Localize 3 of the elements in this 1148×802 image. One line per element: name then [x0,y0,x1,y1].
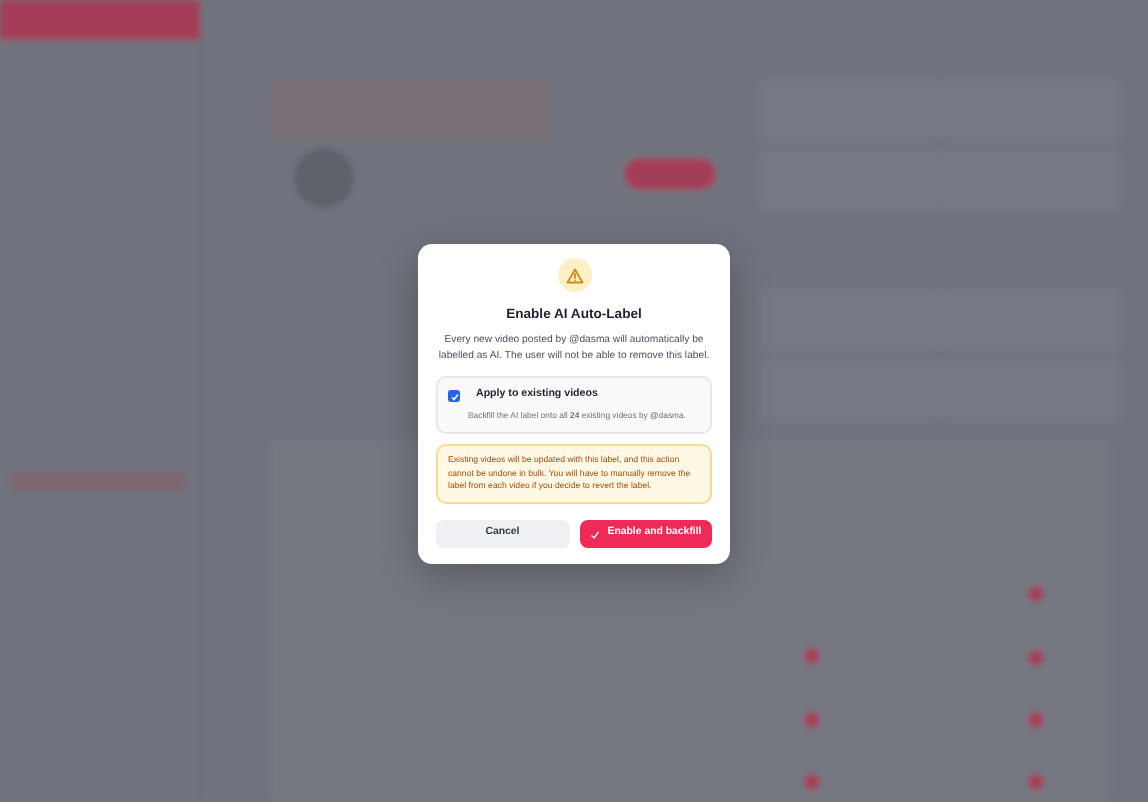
checkbox[interactable] [448,390,460,403]
check-icon [589,529,600,540]
warning-icon [557,258,591,292]
